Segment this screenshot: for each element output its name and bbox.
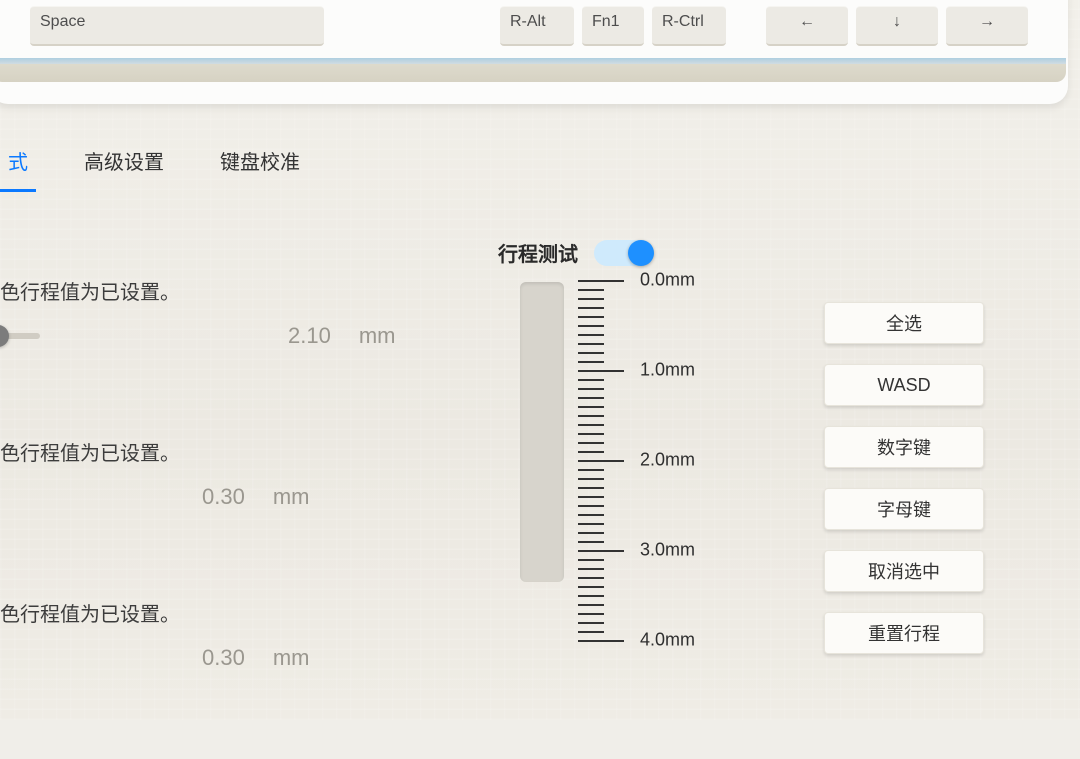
travel-test-header: 行程测试 (498, 238, 652, 267)
keyboard-card: Space R-Alt Fn1 R-Ctrl ← ↓ → (0, 0, 1068, 104)
button-label: WASD (877, 375, 930, 396)
travel-label-2: 色行程值为已设置。 (0, 437, 440, 466)
toggle-knob (628, 240, 654, 266)
key-r-ctrl[interactable]: R-Ctrl (652, 6, 726, 46)
key-arrow-right[interactable]: → (946, 6, 1028, 46)
keyboard-bottom-row: Space R-Alt Fn1 R-Ctrl ← ↓ → (30, 6, 1028, 46)
travel-value-1: 2.10 (288, 323, 331, 349)
tab-label: 式 (8, 152, 28, 174)
scale-label: 4.0mm (640, 630, 695, 651)
key-label: Space (40, 13, 85, 31)
deselect-button[interactable]: 取消选中 (824, 550, 984, 592)
key-fn1[interactable]: Fn1 (582, 6, 644, 46)
travel-group-1: 色行程值为已设置。 2.10 mm (0, 276, 440, 349)
travel-label-1: 色行程值为已设置。 (0, 276, 440, 305)
slider-thumb[interactable] (0, 325, 9, 347)
reset-travel-button[interactable]: 重置行程 (824, 612, 984, 654)
travel-unit-1: mm (359, 323, 396, 349)
tab-label: 键盘校准 (220, 152, 300, 174)
key-arrow-down[interactable]: ↓ (856, 6, 938, 46)
travel-test-toggle[interactable] (594, 240, 652, 266)
key-r-alt[interactable]: R-Alt (500, 6, 574, 46)
scale-label: 0.0mm (640, 270, 695, 291)
select-alpha-keys-button[interactable]: 字母键 (824, 488, 984, 530)
travel-label-3: 色行程值为已设置。 (0, 598, 440, 627)
selection-buttons: 全选 WASD 数字键 字母键 取消选中 重置行程 (824, 302, 984, 654)
travel-group-2: 色行程值为已设置。 0.30 mm (0, 437, 440, 510)
button-label: 全选 (886, 310, 922, 336)
scale-label: 1.0mm (640, 360, 695, 381)
tab-label: 高级设置 (84, 152, 164, 174)
button-label: 数字键 (877, 434, 931, 460)
key-press-visual (520, 282, 564, 582)
scale-label: 2.0mm (640, 450, 695, 471)
key-label: ↓ (893, 13, 901, 31)
travel-settings: 色行程值为已设置。 2.10 mm 色行程值为已设置。 0.30 mm 色行程值… (0, 276, 440, 759)
key-label: R-Ctrl (662, 13, 704, 31)
tab-advanced[interactable]: 高级设置 (76, 140, 172, 192)
travel-group-3: 色行程值为已设置。 0.30 mm (0, 598, 440, 671)
key-label: R-Alt (510, 13, 546, 31)
key-space[interactable]: Space (30, 6, 324, 46)
travel-test-label: 行程测试 (498, 238, 578, 267)
tab-calibrate[interactable]: 键盘校准 (212, 140, 308, 192)
travel-slider-1[interactable] (0, 333, 40, 339)
key-label: Fn1 (592, 13, 620, 31)
travel-unit-2: mm (273, 484, 310, 510)
keyboard-base (0, 58, 1066, 82)
select-wasd-button[interactable]: WASD (824, 364, 984, 406)
key-label: ← (799, 13, 815, 31)
travel-value-2: 0.30 (202, 484, 245, 510)
travel-unit-3: mm (273, 645, 310, 671)
select-number-keys-button[interactable]: 数字键 (824, 426, 984, 468)
button-label: 重置行程 (868, 620, 940, 646)
settings-tabs: 式 高级设置 键盘校准 (0, 140, 308, 192)
key-label: → (979, 13, 995, 31)
select-all-button[interactable]: 全选 (824, 302, 984, 344)
scale-label: 3.0mm (640, 540, 695, 561)
button-label: 字母键 (877, 496, 931, 522)
travel-ruler: 0.0mm 1.0mm 2.0mm 3.0mm 4.0mm (520, 280, 740, 660)
button-label: 取消选中 (868, 558, 940, 584)
travel-value-3: 0.30 (202, 645, 245, 671)
key-arrow-left[interactable]: ← (766, 6, 848, 46)
tab-mode[interactable]: 式 (0, 140, 36, 192)
